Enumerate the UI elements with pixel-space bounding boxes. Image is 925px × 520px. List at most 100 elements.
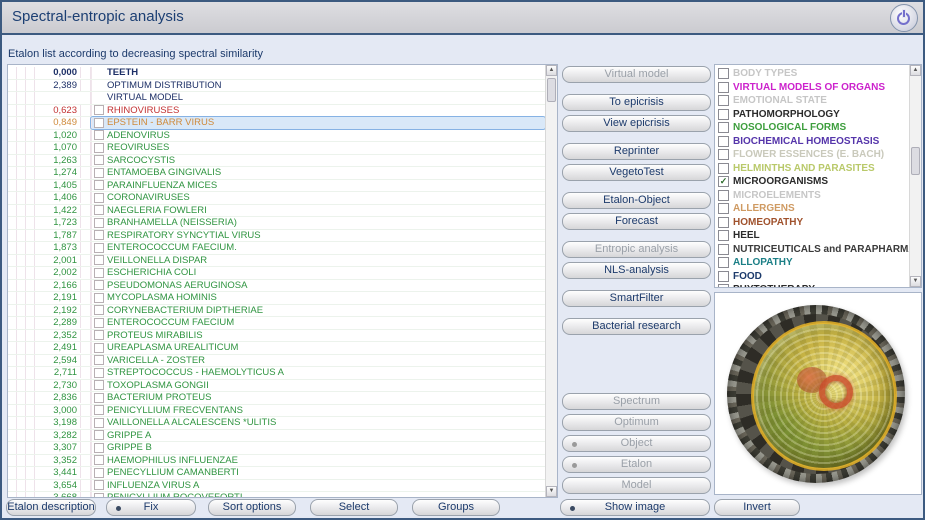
- category-item[interactable]: PATHOMORPHOLOGY: [718, 108, 909, 122]
- category-checkbox[interactable]: [718, 136, 729, 147]
- scroll-up-button[interactable]: ▲: [546, 65, 557, 76]
- etalon-row[interactable]: VIRTUAL MODEL: [8, 92, 545, 105]
- category-checkbox[interactable]: [718, 257, 729, 268]
- row-checkbox[interactable]: [94, 380, 104, 390]
- list-scrollbar[interactable]: ▲ ▼: [545, 65, 557, 497]
- row-checkbox[interactable]: [94, 105, 104, 115]
- category-checkbox[interactable]: [718, 82, 729, 93]
- row-checkbox[interactable]: [94, 130, 104, 140]
- row-checkbox[interactable]: [94, 355, 104, 365]
- action-button[interactable]: Model: [562, 477, 711, 494]
- action-button[interactable]: VegetoTest: [562, 164, 711, 181]
- etalon-row[interactable]: 3,668PENICYLLIUM ROCOVEFORTI: [8, 492, 545, 497]
- category-checkbox[interactable]: ✓: [718, 176, 729, 187]
- action-button[interactable]: Bacterial research: [562, 318, 711, 335]
- row-checkbox[interactable]: [94, 468, 104, 478]
- etalon-row[interactable]: 0,849EPSTEIN - BARR VIRUS: [8, 117, 545, 130]
- row-checkbox[interactable]: [94, 118, 104, 128]
- row-checkbox[interactable]: [94, 168, 104, 178]
- category-checkbox[interactable]: [718, 217, 729, 228]
- etalon-row[interactable]: 2,002ESCHERICHIA COLI: [8, 267, 545, 280]
- etalon-row[interactable]: 1,873ENTEROCOCCUM FAECIUM.: [8, 242, 545, 255]
- category-checkbox[interactable]: [718, 271, 729, 282]
- row-checkbox[interactable]: [94, 230, 104, 240]
- action-button[interactable]: Etalon description: [6, 499, 96, 516]
- etalon-row[interactable]: 3,441PENECYLLIUM CAMANBERTI: [8, 467, 545, 480]
- row-checkbox[interactable]: [94, 218, 104, 228]
- action-button[interactable]: Etalon-Object: [562, 192, 711, 209]
- etalon-row[interactable]: 2,594VARICELLA - ZOSTER: [8, 355, 545, 368]
- category-checkbox[interactable]: [718, 95, 729, 106]
- row-checkbox[interactable]: [94, 205, 104, 215]
- row-checkbox[interactable]: [94, 330, 104, 340]
- etalon-row[interactable]: 2,191MYCOPLASMA HOMINIS: [8, 292, 545, 305]
- action-button[interactable]: Entropic analysis: [562, 241, 711, 258]
- scroll-down-button[interactable]: ▼: [546, 486, 557, 497]
- etalon-row[interactable]: 2,192CORYNEBACTERIUM DIPTHERIAE: [8, 305, 545, 318]
- etalon-row[interactable]: 0,623RHINOVIRUSES: [8, 105, 545, 118]
- etalon-row[interactable]: 1,406CORONAVIRUSES: [8, 192, 545, 205]
- row-checkbox[interactable]: [94, 193, 104, 203]
- row-checkbox[interactable]: [94, 180, 104, 190]
- scroll-thumb[interactable]: [547, 78, 556, 102]
- category-item[interactable]: ALLERGENS: [718, 202, 909, 216]
- category-checkbox[interactable]: [718, 122, 729, 133]
- category-item[interactable]: NOSOLOGICAL FORMS: [718, 121, 909, 135]
- etalon-row[interactable]: 1,020ADENOVIRUS: [8, 130, 545, 143]
- scroll-thumb[interactable]: [911, 147, 920, 175]
- row-checkbox[interactable]: [94, 368, 104, 378]
- scroll-down-button[interactable]: ▼: [910, 276, 921, 287]
- action-button[interactable]: Optimum: [562, 414, 711, 431]
- category-item[interactable]: HEEL: [718, 229, 909, 243]
- category-checkbox[interactable]: [718, 149, 729, 160]
- row-checkbox[interactable]: [94, 343, 104, 353]
- action-button[interactable]: Groups: [412, 499, 500, 516]
- etalon-row[interactable]: 3,654INFLUENZA VIRUS A: [8, 480, 545, 493]
- action-button[interactable]: Sort options: [208, 499, 296, 516]
- category-item[interactable]: ALLOPATHY: [718, 256, 909, 270]
- row-checkbox[interactable]: [94, 443, 104, 453]
- etalon-row[interactable]: 2,491UREAPLASMA UREALITICUM: [8, 342, 545, 355]
- etalon-row[interactable]: 1,405PARAINFLUENZA MICES: [8, 180, 545, 193]
- etalon-row[interactable]: 2,289ENTEROCOCCUM FAECIUM: [8, 317, 545, 330]
- etalon-row[interactable]: 1,070REOVIRUSES: [8, 142, 545, 155]
- action-button[interactable]: View epicrisis: [562, 115, 711, 132]
- category-checkbox[interactable]: [718, 190, 729, 201]
- category-item[interactable]: BODY TYPES: [718, 67, 909, 81]
- row-checkbox[interactable]: [94, 155, 104, 165]
- action-button[interactable]: To epicrisis: [562, 94, 711, 111]
- action-button[interactable]: Reprinter: [562, 143, 711, 160]
- row-checkbox[interactable]: [94, 293, 104, 303]
- etalon-row[interactable]: 3,307GRIPPE B: [8, 442, 545, 455]
- category-item[interactable]: EMOTIONAL STATE: [718, 94, 909, 108]
- category-item[interactable]: HELMINTHS AND PARASITES: [718, 162, 909, 176]
- category-scrollbar[interactable]: ▲ ▼: [909, 65, 921, 287]
- etalon-row[interactable]: 1,274ENTAMOEBA GINGIVALIS: [8, 167, 545, 180]
- action-button[interactable]: SmartFilter: [562, 290, 711, 307]
- etalon-row[interactable]: 2,352PROTEUS MIRABILIS: [8, 330, 545, 343]
- etalon-row[interactable]: 2,166PSEUDOMONAS AERUGINOSA: [8, 280, 545, 293]
- category-checkbox[interactable]: [718, 244, 729, 255]
- action-button[interactable]: Object: [562, 435, 711, 452]
- etalon-row[interactable]: 2,001VEILLONELLA DISPAR: [8, 255, 545, 268]
- etalon-row[interactable]: 1,787RESPIRATORY SYNCYTIAL VIRUS: [8, 230, 545, 243]
- row-checkbox[interactable]: [94, 305, 104, 315]
- etalon-row[interactable]: 3,198VAILLONELLA ALCALESCENS *ULITIS: [8, 417, 545, 430]
- row-checkbox[interactable]: [94, 280, 104, 290]
- category-item[interactable]: MICROELEMENTS: [718, 189, 909, 203]
- action-button[interactable]: Show image: [560, 499, 710, 516]
- row-checkbox[interactable]: [94, 455, 104, 465]
- etalon-row[interactable]: 2,711STREPTOCOCCUS - HAEMOLYTICUS A: [8, 367, 545, 380]
- etalon-row[interactable]: 3,282GRIPPE A: [8, 430, 545, 443]
- action-button[interactable]: Select: [310, 499, 398, 516]
- action-button[interactable]: Fix: [106, 499, 196, 516]
- category-item[interactable]: BIOCHEMICAL HOMEOSTASIS: [718, 135, 909, 149]
- category-checkbox[interactable]: [718, 163, 729, 174]
- etalon-row[interactable]: 3,352HAEMOPHILUS INFLUENZAE: [8, 455, 545, 468]
- etalon-row[interactable]: 1,723BRANHAMELLA (NEISSERIA): [8, 217, 545, 230]
- etalon-row[interactable]: 1,263SARCOCYSTIS: [8, 155, 545, 168]
- row-checkbox[interactable]: [94, 393, 104, 403]
- row-checkbox[interactable]: [94, 430, 104, 440]
- category-item[interactable]: VIRTUAL MODELS OF ORGANS: [718, 81, 909, 95]
- row-checkbox[interactable]: [94, 318, 104, 328]
